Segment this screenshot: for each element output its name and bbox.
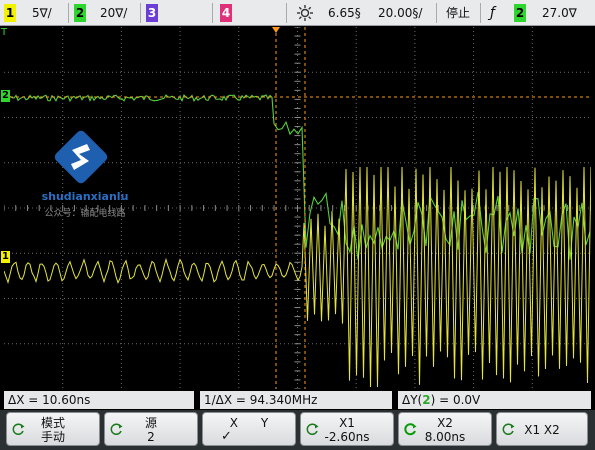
- mode-label: 模式: [40, 416, 65, 430]
- x1-x2-softkey[interactable]: X1 X2: [496, 412, 588, 446]
- x2-value: 8.00ns: [424, 430, 466, 444]
- logo-icon: [54, 130, 108, 184]
- trigger-position-value[interactable]: 6.65§: [328, 4, 361, 22]
- delta-y-source: 2: [422, 393, 431, 407]
- x2-softkey[interactable]: X2 8.00ns: [398, 412, 492, 446]
- xy-label: X Y: [229, 416, 269, 430]
- ch2-scale[interactable]: 20∇/: [100, 4, 127, 22]
- ch1-scale[interactable]: 5∇/: [32, 4, 52, 22]
- status-bar: 1 5∇/ 2 20∇/ 3 4 6.65§ 20.00§/ 停止 ƒ 2 27…: [0, 0, 595, 26]
- divider: [480, 3, 481, 23]
- ch2-badge[interactable]: 2: [74, 4, 86, 22]
- softkey-bar: 模式 手动 源 2 X Y ✓ X1 -2.60ns X2 8.00ns X1 …: [0, 410, 595, 450]
- x1-label: X1: [339, 416, 355, 430]
- divider: [286, 3, 287, 23]
- trigger-point-icon: [272, 27, 280, 33]
- divider: [68, 3, 69, 23]
- trigger-slope-icon[interactable]: ƒ: [490, 4, 495, 22]
- trigger-position-icon: [297, 5, 313, 21]
- logo-subtitle: 公众号：输配电线路: [44, 209, 126, 219]
- trigger-level-value[interactable]: 27.0∇: [542, 4, 577, 22]
- logo-name: shudianxianlu: [41, 190, 129, 203]
- x2-label: X2: [437, 416, 453, 430]
- mode-softkey[interactable]: 模式 手动: [6, 412, 100, 446]
- ch3-badge[interactable]: 3: [146, 4, 158, 22]
- timebase-value[interactable]: 20.00§/: [378, 4, 422, 22]
- brand-watermark: shudianxianlu 公众号：输配电线路: [30, 130, 140, 225]
- delta-y-suffix: ) = 0.0V: [430, 393, 481, 407]
- source-value: 2: [147, 430, 155, 444]
- delta-x-readout: ΔX = 10.60ns: [4, 391, 194, 409]
- divider: [140, 3, 141, 23]
- ch2-ground-marker[interactable]: 2: [1, 90, 10, 102]
- divider: [436, 3, 437, 23]
- trigger-source-badge[interactable]: 2: [514, 4, 526, 22]
- delta-y-prefix: ΔY(: [402, 393, 423, 407]
- x1-x2-label: X1 X2: [524, 423, 560, 437]
- divider: [212, 3, 213, 23]
- check-icon: ✓: [221, 429, 232, 444]
- delta-y-readout: ΔY(2) = 0.0V: [398, 391, 591, 409]
- ch1-badge[interactable]: 1: [4, 4, 16, 22]
- xy-softkey[interactable]: X Y ✓: [202, 412, 296, 446]
- trigger-level-marker[interactable]: T: [1, 27, 7, 38]
- mode-value: 手动: [40, 430, 65, 444]
- inverse-delta-x-readout: 1/ΔX = 94.340MHz: [200, 391, 392, 409]
- source-softkey[interactable]: 源 2: [104, 412, 198, 446]
- x1-value: -2.60ns: [324, 430, 370, 444]
- source-label: 源: [144, 416, 157, 430]
- run-state[interactable]: 停止: [446, 4, 470, 22]
- x1-softkey[interactable]: X1 -2.60ns: [300, 412, 394, 446]
- ch1-ground-marker[interactable]: 1: [1, 251, 10, 263]
- ch4-badge[interactable]: 4: [220, 4, 232, 22]
